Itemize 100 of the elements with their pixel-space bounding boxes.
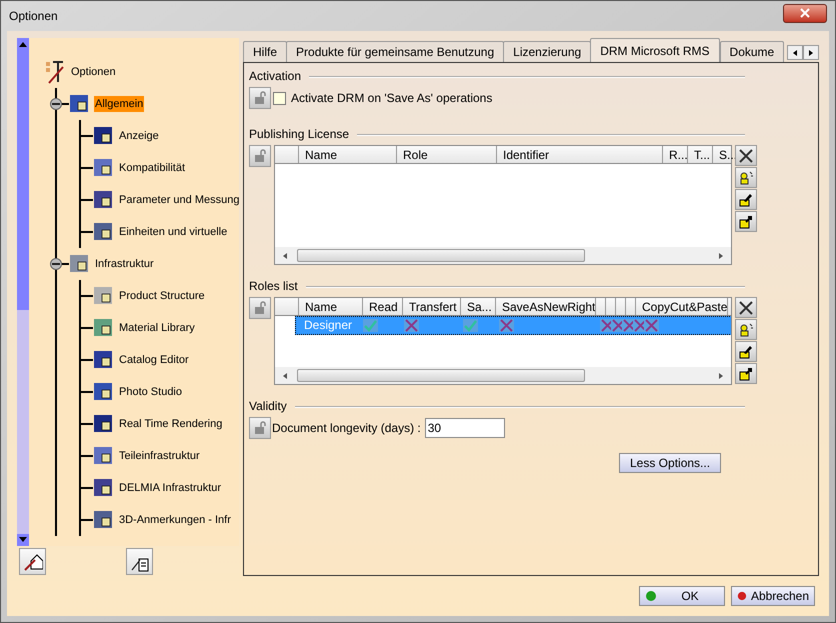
tab[interactable]: DRM Microsoft RMS: [590, 38, 720, 62]
export-tool-button[interactable]: [126, 548, 153, 575]
check-icon[interactable]: [363, 319, 378, 332]
field-label: Document longevity (days) :: [272, 420, 421, 437]
cross-icon[interactable]: [499, 319, 514, 332]
lock-button[interactable]: [249, 87, 271, 109]
tree-item[interactable]: Product Structure: [118, 288, 206, 304]
collapse-icon[interactable]: [50, 98, 62, 110]
export-icon: [738, 214, 754, 230]
tree-node-icon: [93, 349, 115, 371]
tree-item[interactable]: Infrastruktur: [94, 256, 155, 272]
tree-node-icon: [93, 189, 115, 211]
delete-icon: [738, 300, 754, 316]
edit-tool-button[interactable]: [735, 189, 757, 210]
lock-button[interactable]: [249, 297, 271, 319]
ok-ball-icon: [645, 590, 657, 602]
checkbox[interactable]: [273, 92, 286, 104]
tree-item[interactable]: Teileinfrastruktur: [118, 448, 201, 464]
tree-node-icon: [93, 445, 115, 467]
tree-node-icon: [93, 477, 115, 499]
tree-node-icon: [93, 317, 115, 339]
column-header[interactable]: Name: [299, 146, 397, 163]
tree-item[interactable]: Material Library: [118, 320, 196, 336]
export-tool-button[interactable]: [735, 211, 757, 232]
ok-button[interactable]: OK: [639, 586, 725, 606]
tree-item[interactable]: Optionen: [70, 64, 117, 80]
tab-scroll-right-button[interactable]: [803, 45, 819, 60]
person-icon: [738, 170, 754, 186]
tree-node-icon: [93, 285, 115, 307]
add-user-tool-button[interactable]: [735, 167, 757, 188]
column-header[interactable]: Read: [363, 298, 403, 315]
lock-icon: [253, 149, 267, 163]
tree-node-icon: [93, 509, 115, 531]
tree-item[interactable]: 3D-Anmerkungen - Infr: [118, 512, 232, 528]
lock-button[interactable]: [249, 145, 271, 167]
house-icon: [22, 552, 42, 572]
close-button[interactable]: [783, 4, 827, 22]
cross-icon[interactable]: [644, 319, 659, 332]
column-header[interactable]: R...: [663, 146, 688, 163]
tree-item[interactable]: Catalog Editor: [118, 352, 190, 368]
tab[interactable]: Dokume: [720, 41, 784, 62]
cross-icon[interactable]: [622, 319, 633, 332]
tree-node-icon: [93, 157, 115, 179]
checkbox-label: Activate DRM on 'Save As' operations: [291, 90, 492, 107]
tree-item[interactable]: Photo Studio: [118, 384, 183, 400]
column-header[interactable]: CopyCut&Paste: [636, 298, 728, 315]
cross-icon[interactable]: [600, 319, 611, 332]
home-tool-button[interactable]: [19, 548, 46, 575]
pencil-icon: [738, 192, 754, 208]
cancel-button[interactable]: Abbrechen: [731, 586, 815, 606]
section-title: Roles list: [249, 278, 298, 295]
horizontal-scrollbar[interactable]: [275, 367, 731, 384]
tab[interactable]: Produkte für gemeinsame Benutzung: [286, 41, 504, 62]
collapse-icon[interactable]: [50, 258, 62, 270]
scrollbar-thumb[interactable]: [297, 369, 585, 382]
tab[interactable]: Hilfe: [243, 41, 288, 62]
tree-item[interactable]: Anzeige: [118, 128, 160, 144]
delete-tool-button[interactable]: [735, 145, 757, 166]
tab-scroll-left-button[interactable]: [787, 45, 803, 60]
delete-tool-button[interactable]: [735, 297, 757, 318]
tree-item[interactable]: Allgemein: [94, 96, 144, 112]
right-arrow-icon: [807, 48, 815, 56]
cross-icon[interactable]: [633, 319, 644, 332]
column-header[interactable]: Role: [397, 146, 497, 163]
scrollbar-thumb[interactable]: [17, 50, 29, 310]
horizontal-scrollbar[interactable]: [275, 247, 731, 264]
vertical-scrollbar[interactable]: [17, 38, 29, 546]
section-title: Activation: [249, 68, 302, 85]
less-options-button[interactable]: Less Options...: [619, 453, 722, 473]
tree-node-icon: [93, 413, 115, 435]
tree-node-icon: [93, 381, 115, 403]
tree-node-icon: [93, 125, 115, 147]
close-icon: [799, 8, 811, 18]
column-header[interactable]: Identifier: [497, 146, 663, 163]
column-header[interactable]: Name: [299, 298, 363, 315]
longevity-field[interactable]: 30: [424, 418, 505, 438]
lock-button[interactable]: [249, 417, 271, 439]
tree-item[interactable]: Einheiten und virtuelle: [118, 224, 228, 240]
cross-icon[interactable]: [611, 319, 622, 332]
column-header[interactable]: SaveAsNewRight: [496, 298, 596, 315]
column-header[interactable]: T...: [688, 146, 713, 163]
cross-icon[interactable]: [404, 319, 419, 332]
scrollbar-thumb[interactable]: [297, 249, 585, 262]
lock-icon: [253, 301, 267, 315]
lock-icon: [253, 421, 267, 435]
person-icon: [738, 322, 754, 338]
edit-tool-button[interactable]: [735, 341, 757, 362]
tab[interactable]: Lizenzierung: [503, 41, 592, 62]
column-header[interactable]: Sa...: [461, 298, 496, 315]
add-user-tool-button[interactable]: [735, 319, 757, 340]
tree-node-icon: [69, 253, 91, 275]
export-tool-button[interactable]: [735, 363, 757, 384]
tree-item[interactable]: Real Time Rendering: [118, 416, 224, 432]
tree-item[interactable]: Parameter und Messung: [118, 192, 239, 208]
check-icon[interactable]: [463, 319, 478, 332]
column-header[interactable]: Transfert: [403, 298, 461, 315]
tree-item[interactable]: DELMIA Infrastruktur: [118, 480, 222, 496]
section-title: Publishing License: [249, 126, 350, 143]
lock-icon: [253, 91, 267, 105]
tree-item[interactable]: Kompatibilität: [118, 160, 186, 176]
